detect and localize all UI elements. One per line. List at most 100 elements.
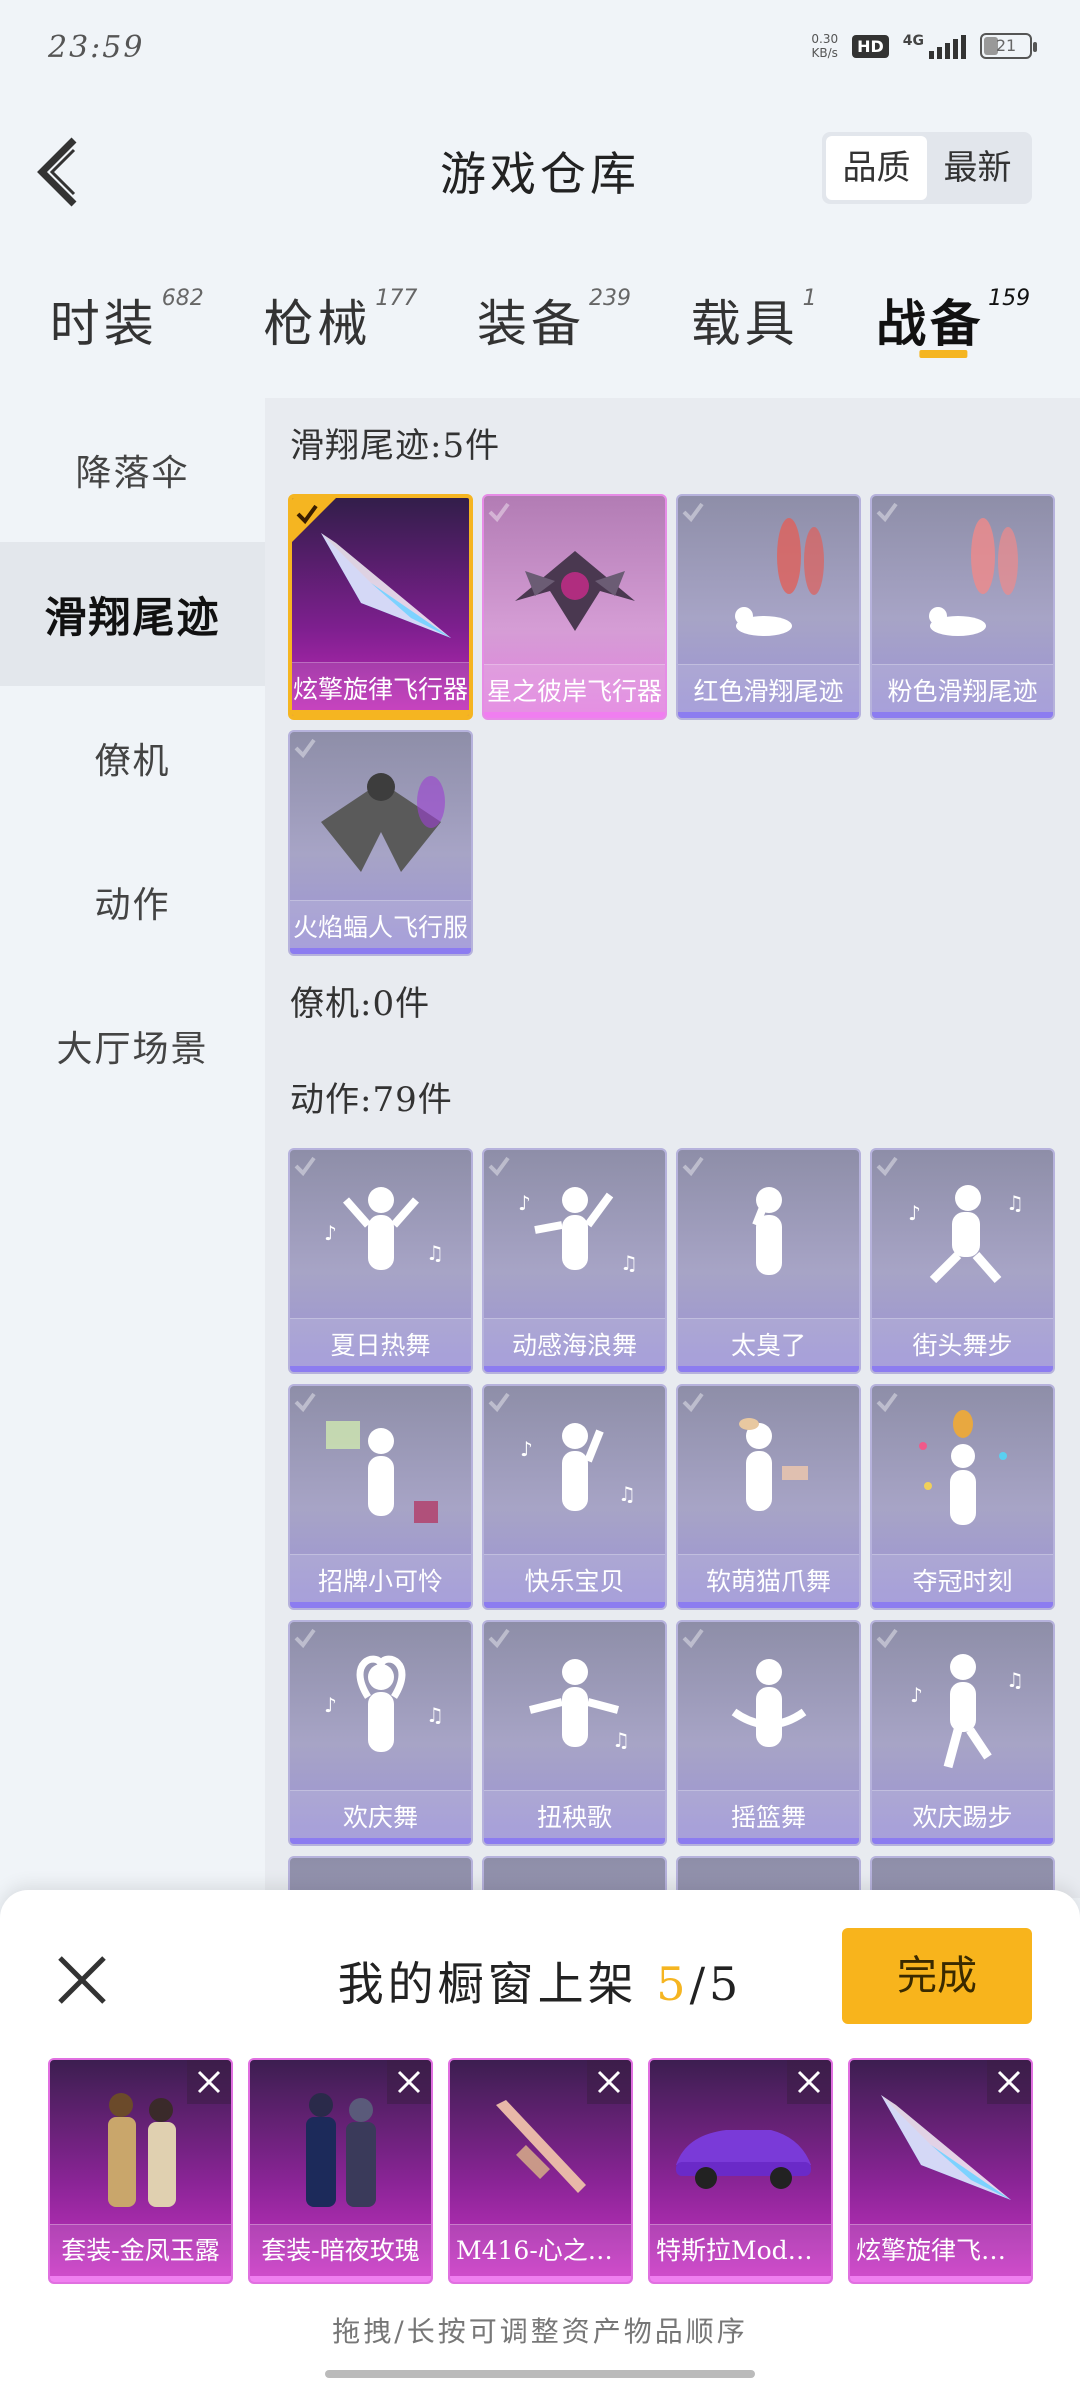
emote-image: ♪ ♫ xyxy=(484,1160,665,1320)
tab-weapons[interactable]: 枪械 177 xyxy=(263,260,417,370)
network-speed-value: 0.30 xyxy=(811,32,839,46)
tab-label: 载具 xyxy=(690,295,799,353)
tab-fashion[interactable]: 时装 682 xyxy=(50,260,204,370)
tab-count: 239 xyxy=(588,286,631,311)
sidebar-item-glide-trail[interactable]: 滑翔尾迹 xyxy=(0,542,265,686)
item-list[interactable]: 滑翔尾迹:5件 炫擎旋律飞行器 星之彼岸飞行器 红色滑翔尾迹 粉色滑翔尾迹 火焰… xyxy=(265,398,1080,1898)
item-card[interactable]: 炫擎旋律飞行器 xyxy=(288,494,473,720)
item-card[interactable]: 粉色滑翔尾迹 xyxy=(870,494,1055,720)
section-title-companion: 僚机:0件 xyxy=(290,984,431,1024)
remove-icon[interactable] xyxy=(787,2060,831,2104)
status-time: 23:59 xyxy=(48,30,145,65)
svg-text:♫: ♫ xyxy=(612,1728,630,1752)
emote-image: ♪ ♫ xyxy=(484,1396,665,1556)
svg-text:♪: ♪ xyxy=(324,1693,337,1717)
item-card[interactable]: ♪ ♫ 动感海浪舞 xyxy=(482,1148,667,1374)
shelf-item[interactable]: 套装-金凤玉露 xyxy=(48,2058,233,2284)
svg-text:♪: ♪ xyxy=(910,1683,923,1707)
sort-by-quality[interactable]: 品质 xyxy=(826,136,927,200)
home-indicator[interactable] xyxy=(325,2370,755,2378)
category-tabs: 时装 682 枪械 177 装备 239 载具 1 战备 159 xyxy=(0,260,1080,380)
item-card[interactable]: ♪ ♫ 快乐宝贝 xyxy=(482,1384,667,1610)
item-name: 粉色滑翔尾迹 xyxy=(872,664,1053,718)
sort-toggle: 品质 最新 xyxy=(822,132,1032,204)
item-card[interactable]: ♪ ♫ 街头舞步 xyxy=(870,1148,1055,1374)
shelf-count-total: /5 xyxy=(689,1957,743,2011)
sidebar-item-companion[interactable]: 僚机 xyxy=(0,686,265,830)
item-card[interactable]: 软萌猫爪舞 xyxy=(676,1384,861,1610)
svg-text:♫: ♫ xyxy=(1006,1668,1024,1692)
tab-equipment[interactable]: 装备 239 xyxy=(477,260,631,370)
item-name: 动感海浪舞 xyxy=(484,1318,665,1372)
shelf-item[interactable]: 套装-暗夜玫瑰 xyxy=(248,2058,433,2284)
header: 游戏仓库 品质 最新 xyxy=(0,110,1080,230)
item-card[interactable]: 星之彼岸飞行器 xyxy=(482,494,667,720)
sidebar-item-lobby-scene[interactable]: 大厅场景 xyxy=(0,974,265,1118)
item-card[interactable]: ♪ ♫ 夏日热舞 xyxy=(288,1148,473,1374)
shelf-item-name: 特斯拉Model X(… xyxy=(650,2224,831,2276)
svg-text:♫: ♫ xyxy=(618,1482,636,1506)
item-card[interactable]: ♪ ♫ 欢庆踢步 xyxy=(870,1620,1055,1846)
shelf-item-name: 套装-暗夜玫瑰 xyxy=(250,2224,431,2276)
emote-image xyxy=(678,1160,859,1320)
tab-label: 枪械 xyxy=(263,295,372,353)
tab-count: 177 xyxy=(375,286,418,311)
item-name: 欢庆舞 xyxy=(290,1790,471,1844)
sidebar-item-parachute[interactable]: 降落伞 xyxy=(0,398,265,542)
item-name: 快乐宝贝 xyxy=(484,1554,665,1608)
item-name: 太臭了 xyxy=(678,1318,859,1372)
item-name: 夏日热舞 xyxy=(290,1318,471,1372)
svg-text:♫: ♫ xyxy=(620,1251,638,1275)
tab-battle-gear[interactable]: 战备 159 xyxy=(876,260,1030,370)
remove-icon[interactable] xyxy=(387,2060,431,2104)
remove-icon[interactable] xyxy=(187,2060,231,2104)
item-name: 扭秧歌 xyxy=(484,1790,665,1844)
item-card[interactable]: ♪ ♫ 欢庆舞 xyxy=(288,1620,473,1846)
emote-image: ♪ ♫ xyxy=(290,1632,471,1792)
battery-level: 21 xyxy=(995,36,1017,55)
remove-icon[interactable] xyxy=(987,2060,1031,2104)
item-card[interactable]: 招牌小可怜 xyxy=(288,1384,473,1610)
tab-vehicles[interactable]: 载具 1 xyxy=(691,260,817,370)
shelf-item[interactable]: M416-心之恋语 xyxy=(448,2058,633,2284)
item-card[interactable]: 夺冠时刻 xyxy=(870,1384,1055,1610)
tab-label: 装备 xyxy=(476,295,585,353)
item-card[interactable]: 红色滑翔尾迹 xyxy=(676,494,861,720)
shelf-item[interactable]: 炫擎旋律飞行器 xyxy=(848,2058,1033,2284)
glide-trail-grid: 炫擎旋律飞行器 星之彼岸飞行器 红色滑翔尾迹 粉色滑翔尾迹 火焰蝠人飞行服 xyxy=(265,494,1080,956)
glider-image xyxy=(484,506,665,666)
wingsuit-image xyxy=(290,742,471,902)
item-card[interactable]: ♫ 扭秧歌 xyxy=(482,1620,667,1846)
battery-icon: 21 xyxy=(980,33,1037,59)
shelf-list: 套装-金凤玉露 套装-暗夜玫瑰 M416-心之恋语 特斯拉Model X(… 炫… xyxy=(48,2058,1033,2284)
emote-image xyxy=(678,1396,859,1556)
svg-text:♪: ♪ xyxy=(908,1201,921,1225)
remove-icon[interactable] xyxy=(587,2060,631,2104)
sidebar-item-emotes[interactable]: 动作 xyxy=(0,830,265,974)
item-card[interactable]: 太臭了 xyxy=(676,1148,861,1374)
svg-text:♪: ♪ xyxy=(324,1221,337,1245)
item-name: 星之彼岸飞行器 xyxy=(484,664,665,718)
tab-count: 1 xyxy=(802,286,817,311)
smoke-trail-image xyxy=(872,506,1053,666)
shelf-item-name: 套装-金凤玉露 xyxy=(50,2224,231,2276)
panel-title-text: 我的橱窗上架 xyxy=(337,1957,638,2011)
svg-text:♫: ♫ xyxy=(1006,1191,1024,1215)
item-name: 街头舞步 xyxy=(872,1318,1053,1372)
item-name: 火焰蝠人飞行服 xyxy=(290,900,471,954)
active-tab-indicator xyxy=(919,350,968,358)
emote-image xyxy=(872,1396,1053,1556)
item-name: 炫擎旋律飞行器 xyxy=(292,662,469,716)
item-name: 红色滑翔尾迹 xyxy=(678,664,859,718)
shelf-count-current: 5 xyxy=(656,1957,690,2011)
item-card[interactable]: 摇篮舞 xyxy=(676,1620,861,1846)
item-name: 夺冠时刻 xyxy=(872,1554,1053,1608)
done-button[interactable]: 完成 xyxy=(842,1928,1032,2024)
status-icons: 0.30 KB/s HD 4G 21 xyxy=(811,32,1037,60)
emote-image: ♪ ♫ xyxy=(290,1160,471,1320)
item-name: 欢庆踢步 xyxy=(872,1790,1053,1844)
sort-by-newest[interactable]: 最新 xyxy=(927,136,1028,200)
item-card[interactable]: 火焰蝠人飞行服 xyxy=(288,730,473,956)
shelf-item[interactable]: 特斯拉Model X(… xyxy=(648,2058,833,2284)
network-speed-unit: KB/s xyxy=(811,46,838,60)
